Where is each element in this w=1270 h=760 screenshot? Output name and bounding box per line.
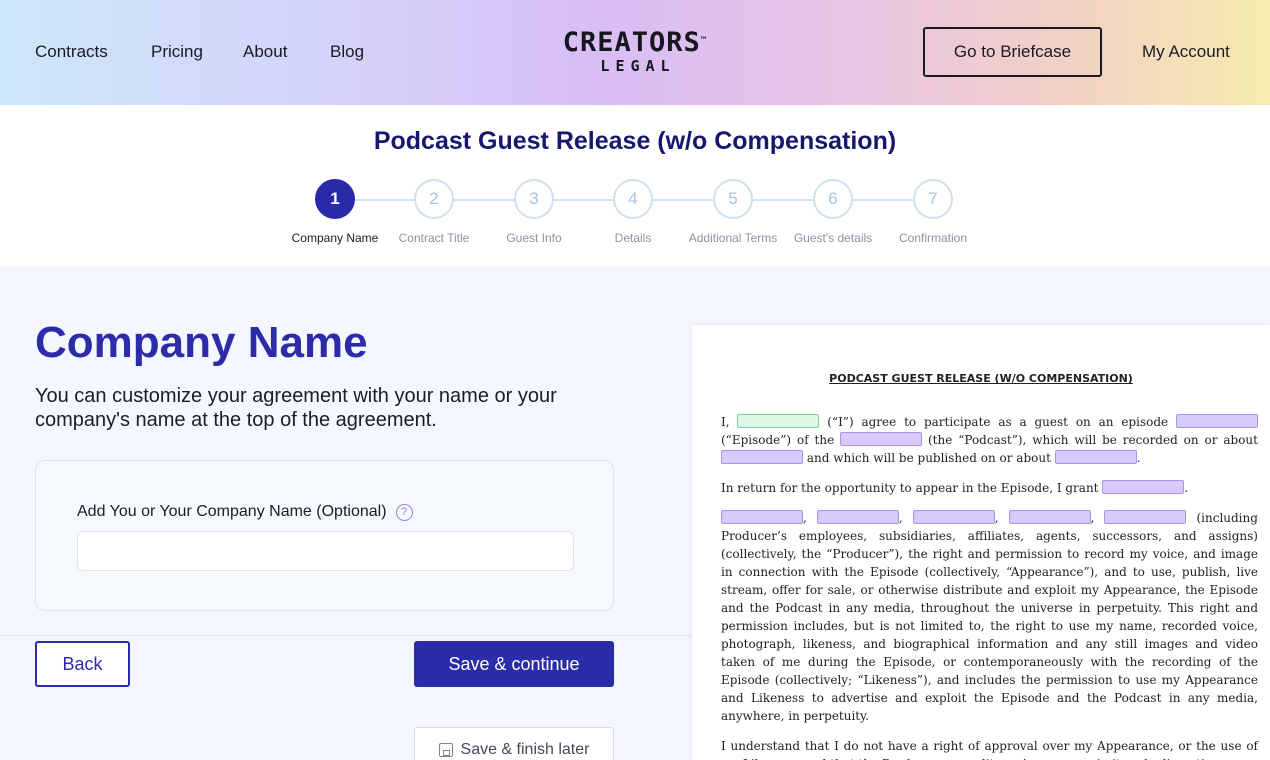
doc-text: , [898, 511, 903, 525]
section-description: You can customize your agreement with yo… [35, 385, 557, 431]
doc-text: , [1090, 511, 1095, 525]
grantee-blank [1102, 480, 1185, 494]
recording-date-blank [721, 450, 803, 464]
contract-paragraph-2: In return for the opportunity to appear … [721, 479, 1258, 497]
step-6-circle[interactable]: 6 [813, 179, 853, 219]
step-1-circle[interactable]: 1 [315, 179, 355, 219]
nav-pricing[interactable]: Pricing [151, 42, 203, 62]
creators-legal-logo[interactable]: CREATORS™ LEGAL [560, 27, 710, 75]
save-finish-later-label: Save & finish later [460, 741, 590, 758]
my-account-link[interactable]: My Account [1142, 42, 1230, 62]
doc-text: (“Episode”) of the [721, 433, 835, 447]
step-4-circle[interactable]: 4 [613, 179, 653, 219]
producer-blank-3 [912, 510, 995, 524]
page-title: Podcast Guest Release (w/o Compensation) [373, 127, 897, 155]
section-title: Company Name [35, 318, 368, 367]
contract-preview-body: I, (“I”) agree to participate as a guest… [721, 413, 1258, 760]
doc-text: (“I”) agree to participate as a guest on… [827, 415, 1169, 429]
doc-text: , [994, 511, 999, 525]
contract-progress-header: Podcast Guest Release (w/o Compensation)… [0, 105, 1270, 267]
logo-wordmark: CREATORS™ [562, 27, 708, 58]
step-3-circle[interactable]: 3 [514, 179, 554, 219]
save-continue-button[interactable]: Save & continue [414, 641, 614, 687]
episode-blank [1175, 414, 1258, 428]
doc-text: , [803, 511, 807, 525]
top-navigation-bar: Contracts Pricing About Blog CREATORS™ L… [0, 0, 1270, 105]
nav-about[interactable]: About [243, 42, 287, 62]
contract-preview: PODCAST GUEST RELEASE (W/O COMPENSATION)… [692, 325, 1270, 760]
guest-name-blank [737, 414, 820, 428]
logo-subtitle: LEGAL [600, 57, 676, 75]
step-2-circle[interactable]: 2 [414, 179, 454, 219]
podcast-name-blank [840, 432, 923, 446]
producer-blank-5 [1104, 510, 1187, 524]
publish-date-blank [1054, 450, 1137, 464]
company-name-label-text: Add You or Your Company Name (Optional) [77, 503, 387, 520]
step-7-label: Confirmation [898, 231, 968, 245]
floppy-disk-icon [438, 743, 453, 757]
doc-text: . [1184, 481, 1189, 495]
nav-blog[interactable]: Blog [330, 42, 364, 62]
contract-paragraph-3: , , , , (including Producer’s employees,… [721, 509, 1258, 725]
contract-preview-title: PODCAST GUEST RELEASE (W/O COMPENSATION) [829, 372, 1133, 385]
doc-text: (including Producer’s employees, subsidi… [721, 511, 1258, 723]
doc-text: I, [721, 415, 730, 429]
contract-paragraph-4: I understand that I do not have a right … [721, 739, 1258, 760]
save-finish-later-button[interactable]: Save & finish later [414, 727, 614, 760]
help-icon[interactable]: ? [395, 503, 413, 521]
doc-text: In return for the opportunity to appear … [721, 481, 1099, 495]
step-7-circle[interactable]: 7 [913, 179, 953, 219]
producer-blank-4 [1008, 510, 1091, 524]
doc-text: (the “Podcast”), which will be recorded … [928, 433, 1258, 447]
back-button[interactable]: Back [35, 641, 130, 687]
doc-text: . [1136, 451, 1141, 465]
company-name-label: Add You or Your Company Name (Optional) … [77, 503, 413, 521]
company-name-input[interactable] [77, 531, 574, 571]
producer-blank-1 [721, 510, 803, 524]
go-to-briefcase-button[interactable]: Go to Briefcase [923, 27, 1102, 77]
contract-paragraph-1: I, (“I”) agree to participate as a guest… [721, 413, 1258, 467]
doc-text: and which will be published on or about [806, 451, 1051, 465]
company-name-card: Add You or Your Company Name (Optional) … [35, 460, 614, 611]
nav-contracts[interactable]: Contracts [35, 42, 108, 62]
step-5-circle[interactable]: 5 [713, 179, 753, 219]
producer-blank-2 [816, 510, 899, 524]
